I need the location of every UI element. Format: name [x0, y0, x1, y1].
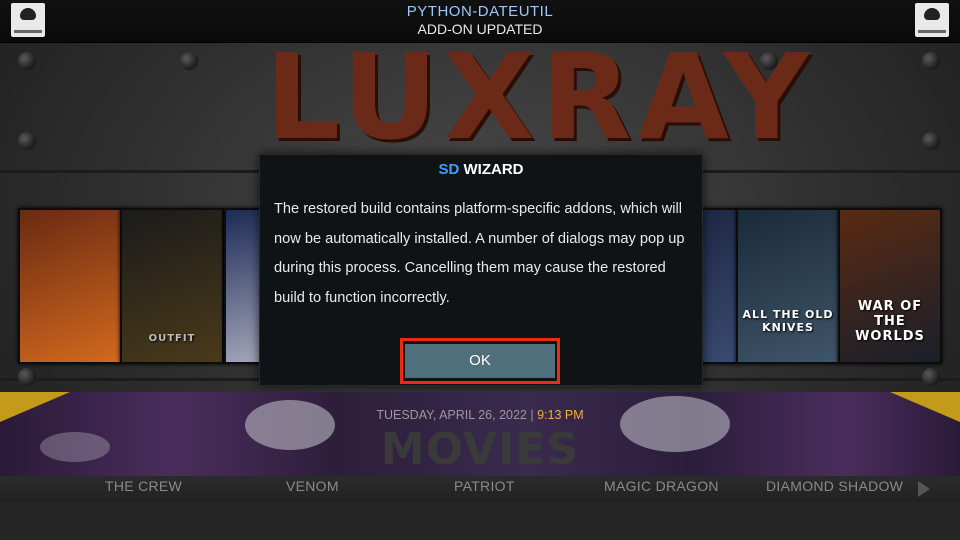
- rivet: [18, 132, 36, 150]
- rivet: [180, 52, 198, 70]
- dialog-title-accent: SD: [438, 161, 460, 178]
- dialog-message: The restored build contains platform-spe…: [274, 201, 685, 306]
- luxray-logo: LUXRAY: [265, 28, 816, 166]
- gold-stripe: [0, 392, 70, 422]
- python-addon-icon: [915, 3, 949, 37]
- menu-item-venom[interactable]: VENOM: [286, 478, 339, 494]
- poster[interactable]: ALL THE OLD KNIVES: [736, 208, 840, 364]
- footer-panel: [0, 502, 960, 540]
- poster-caption: WAR OF THE WORLDS: [855, 299, 925, 344]
- date-separator: |: [526, 408, 538, 422]
- rivet: [922, 368, 940, 386]
- menu-item-diamond-shadow[interactable]: DIAMOND SHADOW: [766, 478, 903, 494]
- ok-button[interactable]: OK: [405, 344, 555, 378]
- menu-item-magic-dragon[interactable]: MAGIC DRAGON: [604, 478, 719, 494]
- poster[interactable]: WAR OF THE WORLDS: [838, 208, 942, 364]
- poster[interactable]: OUTFIT: [120, 208, 224, 364]
- section-title: MOVIES: [380, 424, 580, 475]
- poster-caption: ALL THE OLD KNIVES: [742, 308, 834, 334]
- dialog-title: SD WIZARD: [260, 161, 702, 178]
- time-text: 9:13 PM: [537, 408, 584, 422]
- rivet: [922, 52, 940, 70]
- poster[interactable]: [18, 208, 122, 364]
- menu-item-the-crew[interactable]: THE CREW: [105, 478, 182, 494]
- gold-stripe: [890, 392, 960, 422]
- rivet: [922, 132, 940, 150]
- menu-item-patriot[interactable]: PATRIOT: [454, 478, 515, 494]
- notification-title: PYTHON-DATEUTIL: [406, 3, 554, 20]
- rivet: [18, 52, 36, 70]
- rivet: [18, 368, 36, 386]
- date-time-status: TUESDAY, APRIL 26, 2022 | 9:13 PM: [335, 404, 625, 426]
- menu-next-arrow-icon[interactable]: [918, 481, 930, 497]
- date-text: TUESDAY, APRIL 26, 2022: [376, 408, 527, 422]
- poster-caption: OUTFIT: [148, 333, 196, 344]
- dialog-title-rest: WIZARD: [459, 161, 524, 178]
